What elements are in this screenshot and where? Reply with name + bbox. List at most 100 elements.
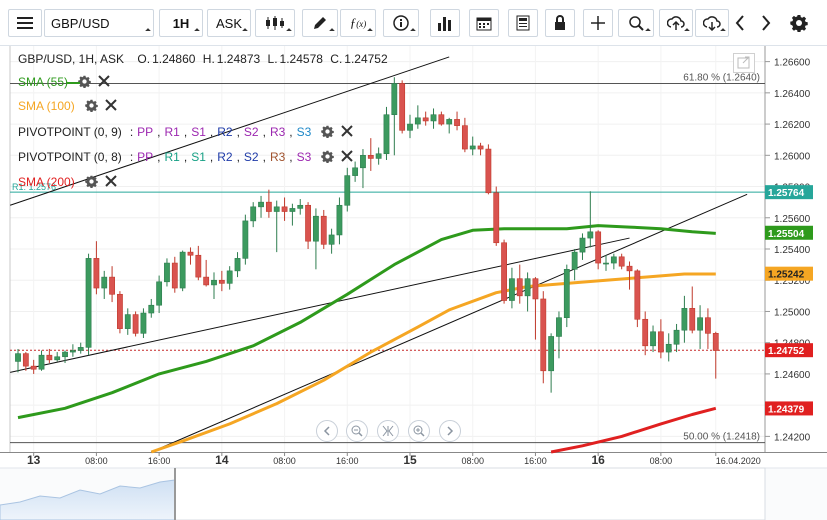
candle-body [383,114,390,155]
indicators-button[interactable]: ƒ(x) [340,9,376,37]
scroll-left-button[interactable] [731,9,749,37]
price-chart[interactable]: 61.80 % (1.2640) 50.00 % (1.2418) R1: 1.25… [0,46,827,520]
lock-icon [555,15,565,30]
menu-button[interactable] [8,9,42,37]
news-button[interactable] [508,9,538,37]
upload-button[interactable] [659,9,693,37]
dropdown-arrow-icon [367,28,373,34]
candle-body [705,317,711,334]
navigator-window[interactable] [174,467,766,520]
candle-body [650,331,656,347]
candle-body [265,201,272,212]
close-icon [341,125,354,137]
pivot-item: S3 [296,150,312,164]
y-tick-label: 1.26200 [774,120,811,131]
candle-body [399,83,406,131]
draw-tools-button[interactable] [302,9,338,37]
dropdown-arrow-icon [194,28,200,34]
candle-body [46,354,53,361]
legend-remove-button[interactable] [341,150,355,164]
fit-button[interactable] [377,420,399,442]
candle-body [101,276,108,289]
legend-label: SMA (55) [18,75,69,89]
candle-body [430,114,437,122]
legend-settings-button[interactable] [321,150,335,164]
chevron-right-icon [762,15,771,31]
nav-next-button[interactable] [439,420,461,442]
pivot-item: R3 [269,125,286,139]
x-tick-label: 08:00 [273,456,296,466]
expand-icon [737,56,750,69]
settings-button[interactable] [788,9,810,37]
chevron-left-icon [735,15,744,31]
pivot-item: R2 [217,150,233,164]
legend-remove-button[interactable] [104,99,119,113]
candle-body [524,278,531,297]
dropdown-arrow-icon [145,28,151,34]
candle-body [203,276,210,286]
zoom-button[interactable] [618,9,654,37]
zoom-out-icon [351,425,363,437]
y-tick-label: 1.26600 [774,58,811,69]
dropdown-arrow-icon [684,28,690,34]
fib-50-label: 50.00 % (1.2418) [683,432,760,443]
cloud-download-icon [703,16,721,31]
zoom-in-button[interactable] [408,420,430,442]
candle-body [313,215,319,242]
legend-settings-button[interactable] [321,125,335,139]
function-icon: ƒ(x) [349,15,367,30]
candle-body [446,119,453,125]
candle-body [712,333,719,351]
lock-button[interactable] [545,9,575,37]
info-icon [393,15,409,31]
candle-body [414,117,421,125]
close-icon [104,175,117,187]
gear-icon [84,99,98,113]
navigator[interactable] [0,467,827,520]
candle-body [461,125,468,150]
volume-button[interactable] [430,9,460,37]
legend-settings-button[interactable] [84,175,99,189]
info-button[interactable] [383,9,419,37]
candle-body [62,351,68,358]
scroll-right-button[interactable] [757,9,775,37]
candlestick-icon [266,16,284,30]
legend-remove-button[interactable] [341,125,355,139]
zoom-out-button[interactable] [346,420,368,442]
candle-body [579,237,586,253]
candle-body [642,318,649,347]
x-tick-label: 08:00 [650,456,673,466]
expand-button[interactable] [733,53,755,73]
legend-remove-button[interactable] [104,175,119,189]
candle-body [305,204,311,242]
chart-title: GBP/USD, 1H, ASK [18,52,125,66]
pivot-item: PP [137,150,154,164]
dropdown-arrow-icon [329,28,335,34]
candle-body [422,117,429,122]
pivot-item: PP [137,125,154,139]
document-icon [516,15,530,31]
download-button[interactable] [695,9,729,37]
chevron-left-icon [323,426,330,436]
candle-body [289,208,296,212]
dropdown-arrow-icon [645,28,651,34]
legend-remove-button[interactable] [98,75,112,89]
y-tick-label: 1.25600 [774,214,811,225]
y-tick-label: 1.25400 [774,245,811,256]
pivot-separator: , [289,125,293,139]
price-type-selector[interactable]: ASK [207,9,251,37]
sma55-legend-line [66,82,80,84]
crosshair-button[interactable] [583,9,613,37]
candle-body [485,148,492,194]
timeframe-selector[interactable]: 1H [159,9,203,37]
chart-type-button[interactable] [255,9,295,37]
candle-body [509,278,515,301]
calendar-button[interactable] [469,9,499,37]
nav-prev-button[interactable] [316,420,338,442]
y-tick-label: 1.26400 [774,89,811,100]
legend-settings-button[interactable] [84,99,99,113]
legend-settings-button[interactable] [78,75,92,89]
zoom-in-icon [413,425,425,437]
symbol-selector[interactable]: GBP/USD [44,9,154,37]
candle-body [54,356,61,361]
